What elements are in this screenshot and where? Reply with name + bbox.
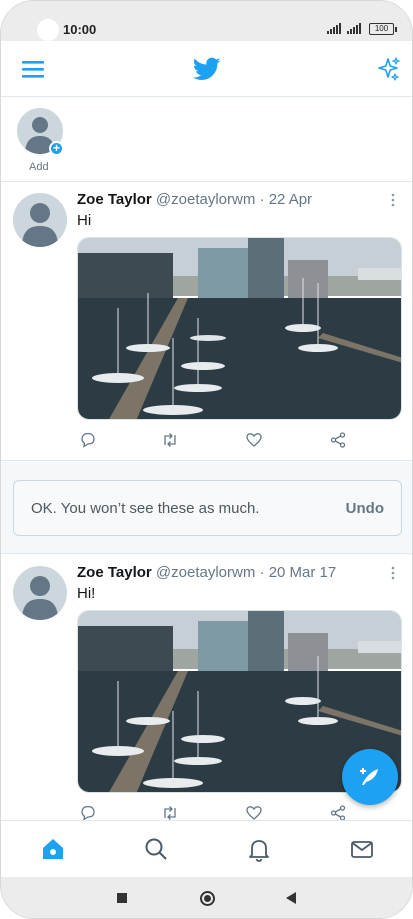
signal-icon: [327, 23, 341, 34]
app-header: [1, 41, 412, 97]
avatar[interactable]: [13, 566, 67, 620]
android-nav-bar: [1, 877, 412, 918]
recent-apps-icon[interactable]: [117, 893, 127, 903]
author-name[interactable]: Zoe Taylor: [77, 191, 152, 208]
separator-dot: ·: [259, 564, 265, 581]
signal-icon: [347, 23, 361, 34]
undo-card: OK. You won’t see these as much. Undo: [13, 480, 402, 536]
home-circle-icon[interactable]: [200, 891, 215, 906]
bottom-tab-bar: [1, 820, 412, 876]
status-time: 10:00: [63, 22, 97, 37]
undo-button[interactable]: Undo: [346, 500, 384, 517]
compose-tweet-button[interactable]: [342, 749, 398, 805]
default-avatar-icon: [22, 576, 58, 620]
tweet-date: 22 Apr: [268, 191, 313, 208]
avatar[interactable]: [13, 193, 67, 247]
retweet-icon[interactable]: [161, 431, 179, 449]
camera-cutout: [37, 19, 59, 41]
more-options-icon[interactable]: [385, 564, 401, 584]
home-icon[interactable]: [39, 835, 67, 863]
status-bar: 10:00 100: [1, 1, 412, 41]
hamburger-icon[interactable]: [19, 55, 47, 83]
battery-icon: 100: [369, 23, 397, 35]
phone-screen: 10:00 100 + Add Zoe Taylor @zoetaylorwm …: [0, 0, 413, 919]
marina-photo: [78, 238, 401, 419]
search-icon[interactable]: [142, 835, 170, 863]
tweet-header: Zoe Taylor @zoetaylorwm · 22 Apr: [77, 191, 312, 208]
share-icon[interactable]: [329, 431, 347, 449]
default-avatar-icon: [22, 203, 58, 247]
tweet-text: Hi: [77, 212, 92, 229]
sparkle-icon[interactable]: [375, 55, 403, 83]
tweet-photo[interactable]: [77, 237, 402, 420]
tweet-actions: [77, 431, 402, 449]
reply-icon[interactable]: [79, 431, 97, 449]
fleets-row: + Add: [1, 98, 412, 182]
add-fleet-label: Add: [29, 161, 49, 173]
tweet-date: 20 Mar 17: [268, 564, 337, 581]
mail-icon[interactable]: [348, 835, 376, 863]
tweet-text: Hi!: [77, 585, 96, 602]
heart-icon[interactable]: [245, 431, 263, 449]
feedback-message: OK. You won’t see these as much.: [31, 500, 260, 517]
separator-dot: ·: [259, 191, 265, 208]
plus-icon[interactable]: +: [49, 141, 64, 156]
twitter-bird-icon: [193, 57, 221, 80]
author-name[interactable]: Zoe Taylor: [77, 564, 152, 581]
tweet-header: Zoe Taylor @zoetaylorwm · 20 Mar 17: [77, 564, 336, 581]
back-triangle-icon[interactable]: [286, 892, 296, 904]
feedback-area: OK. You won’t see these as much. Undo: [1, 462, 412, 554]
compose-feather-icon: [360, 768, 378, 785]
bell-icon[interactable]: [245, 835, 273, 863]
tweet[interactable]: Zoe Taylor @zoetaylorwm · 22 Apr Hi: [1, 183, 412, 461]
more-options-icon[interactable]: [385, 191, 401, 211]
author-handle: @zoetaylorwm: [155, 564, 256, 581]
author-handle: @zoetaylorwm: [155, 191, 256, 208]
